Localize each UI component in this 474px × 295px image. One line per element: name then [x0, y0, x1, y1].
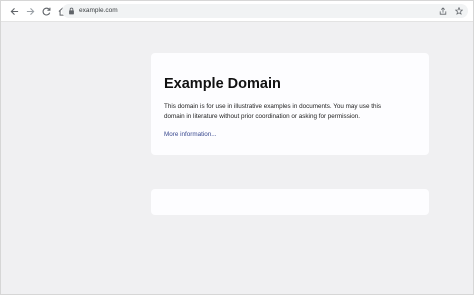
empty-card	[151, 189, 429, 215]
reload-icon[interactable]	[39, 4, 53, 18]
page-viewport: Example Domain This domain is for use in…	[1, 22, 473, 294]
browser-window: example.com Example Domain This domain i…	[0, 0, 474, 295]
nav-buttons	[1, 4, 69, 18]
url-text: example.com	[79, 7, 118, 14]
description-text: This domain is for use in illustrative e…	[164, 102, 416, 121]
browser-toolbar: example.com	[1, 1, 473, 22]
description-line-2: domain in literature without prior coord…	[164, 112, 360, 120]
description-line-1: This domain is for use in illustrative e…	[164, 103, 381, 110]
arrow-left-icon[interactable]	[7, 4, 21, 18]
address-bar-actions	[438, 4, 464, 18]
more-information-link[interactable]: More information...	[164, 130, 217, 139]
arrow-right-icon[interactable]	[23, 4, 37, 18]
page-title: Example Domain	[164, 76, 281, 92]
share-icon[interactable]	[438, 6, 448, 16]
lock-icon[interactable]	[66, 6, 76, 16]
star-icon[interactable]	[454, 6, 464, 16]
address-bar[interactable]: example.com	[62, 4, 468, 18]
content-card: Example Domain This domain is for use in…	[151, 53, 429, 155]
